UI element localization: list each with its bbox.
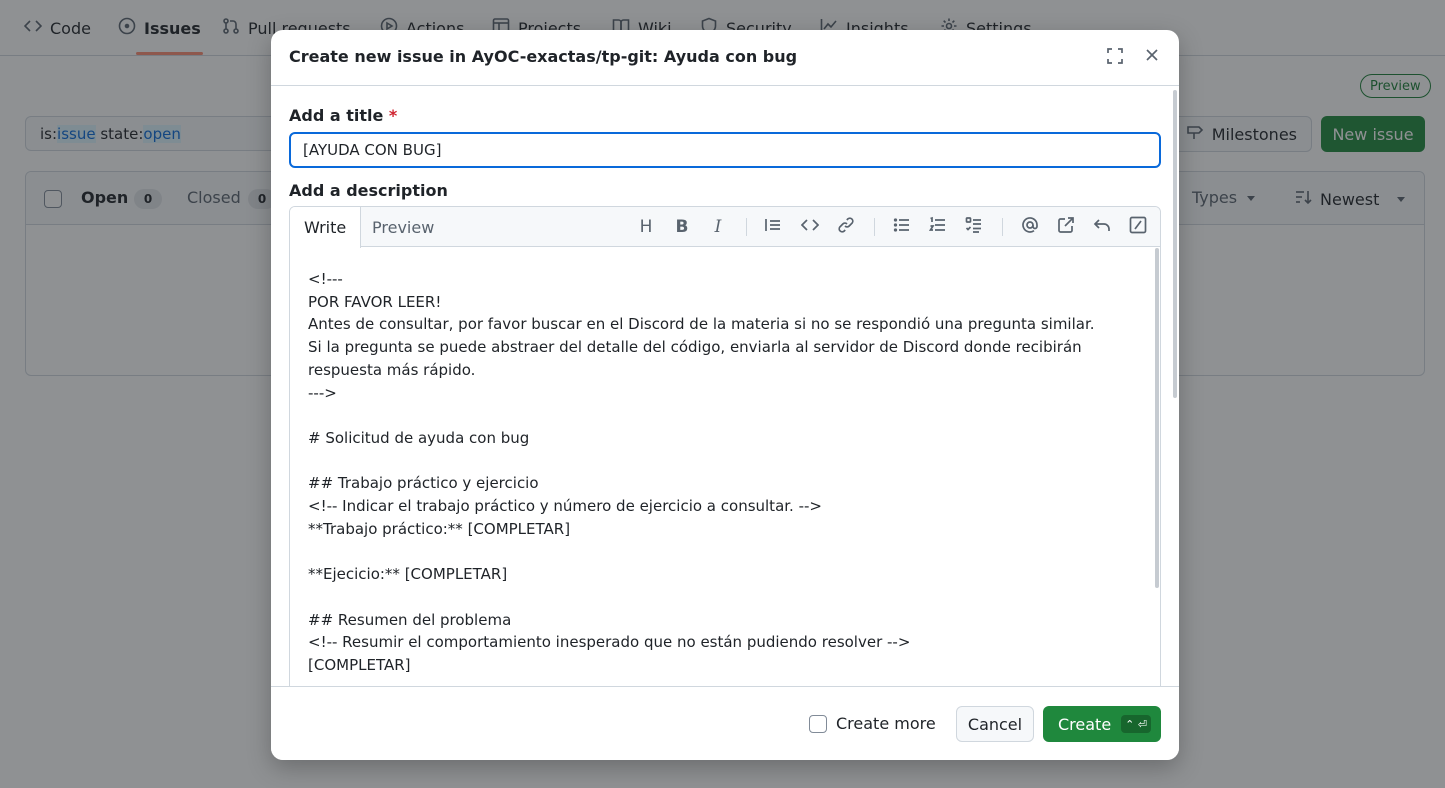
create-label: Create xyxy=(1058,714,1112,734)
numbered-list-button[interactable] xyxy=(926,215,950,239)
reply-icon xyxy=(1093,216,1111,238)
expand-icon xyxy=(1106,47,1124,69)
heading-button[interactable]: H xyxy=(634,215,658,239)
preview-tab[interactable]: Preview xyxy=(358,207,448,247)
numbered-list-icon xyxy=(928,216,947,238)
keyboard-shortcut-hint: ⌃ ⏎ xyxy=(1121,715,1152,733)
italic-button[interactable]: I xyxy=(706,215,730,239)
write-tab[interactable]: Write xyxy=(290,207,362,248)
cancel-button[interactable]: Cancel xyxy=(956,706,1034,742)
quote-icon xyxy=(764,216,782,238)
description-label: Add a description xyxy=(289,181,448,200)
title-field-label: Add a title * xyxy=(289,106,397,125)
saved-reply-button[interactable] xyxy=(1090,215,1114,239)
create-more-label[interactable]: Create more xyxy=(836,714,936,733)
cross-reference-button[interactable] xyxy=(1054,215,1078,239)
dialog-header: Create new issue in AyOC-exactas/tp-git:… xyxy=(271,30,1179,86)
toolbar-divider xyxy=(874,218,875,236)
bold-icon: B xyxy=(675,217,689,237)
bulleted-list-icon xyxy=(893,216,911,238)
link-button[interactable] xyxy=(834,215,858,239)
toolbar-divider xyxy=(746,218,747,236)
slash-command-button[interactable] xyxy=(1126,215,1150,239)
code-button[interactable] xyxy=(798,215,822,239)
create-button[interactable]: Create ⌃ ⏎ xyxy=(1043,706,1161,742)
description-textarea[interactable]: <!--- POR FAVOR LEER! Antes de consultar… xyxy=(290,248,1160,686)
slash-command-icon xyxy=(1129,216,1147,238)
bulleted-list-button[interactable] xyxy=(890,215,914,239)
mention-icon xyxy=(1021,216,1039,238)
link-icon xyxy=(837,216,855,238)
editor-scrollbar[interactable] xyxy=(1155,248,1159,588)
create-more-checkbox[interactable] xyxy=(809,715,827,733)
close-icon xyxy=(1143,46,1161,68)
dialog-title: Create new issue in AyOC-exactas/tp-git:… xyxy=(289,47,798,66)
cross-reference-icon xyxy=(1057,216,1075,238)
markdown-editor: Write Preview H B I <!--- POR FAVOR LEER… xyxy=(289,206,1161,686)
close-button[interactable] xyxy=(1138,43,1166,71)
toolbar-divider xyxy=(1002,218,1003,236)
dialog-scrollbar[interactable] xyxy=(1173,90,1177,398)
required-indicator: * xyxy=(388,106,398,125)
task-list-button[interactable] xyxy=(962,215,986,239)
mention-button[interactable] xyxy=(1018,215,1042,239)
issue-title-input[interactable] xyxy=(289,132,1161,168)
bold-button[interactable]: B xyxy=(670,215,694,239)
heading-icon: H xyxy=(639,217,653,237)
editor-toolbar: Write Preview H B I xyxy=(290,207,1160,248)
title-label-text: Add a title xyxy=(289,106,384,125)
fullscreen-button[interactable] xyxy=(1101,44,1129,72)
dialog-footer: Create more Cancel Create ⌃ ⏎ xyxy=(271,686,1179,760)
quote-button[interactable] xyxy=(761,215,785,239)
task-list-icon xyxy=(965,216,983,238)
dialog-body: Add a title * Add a description Write Pr… xyxy=(271,86,1179,686)
code-icon xyxy=(800,216,820,238)
create-issue-dialog: Create new issue in AyOC-exactas/tp-git:… xyxy=(271,30,1179,760)
italic-icon: I xyxy=(714,217,722,237)
